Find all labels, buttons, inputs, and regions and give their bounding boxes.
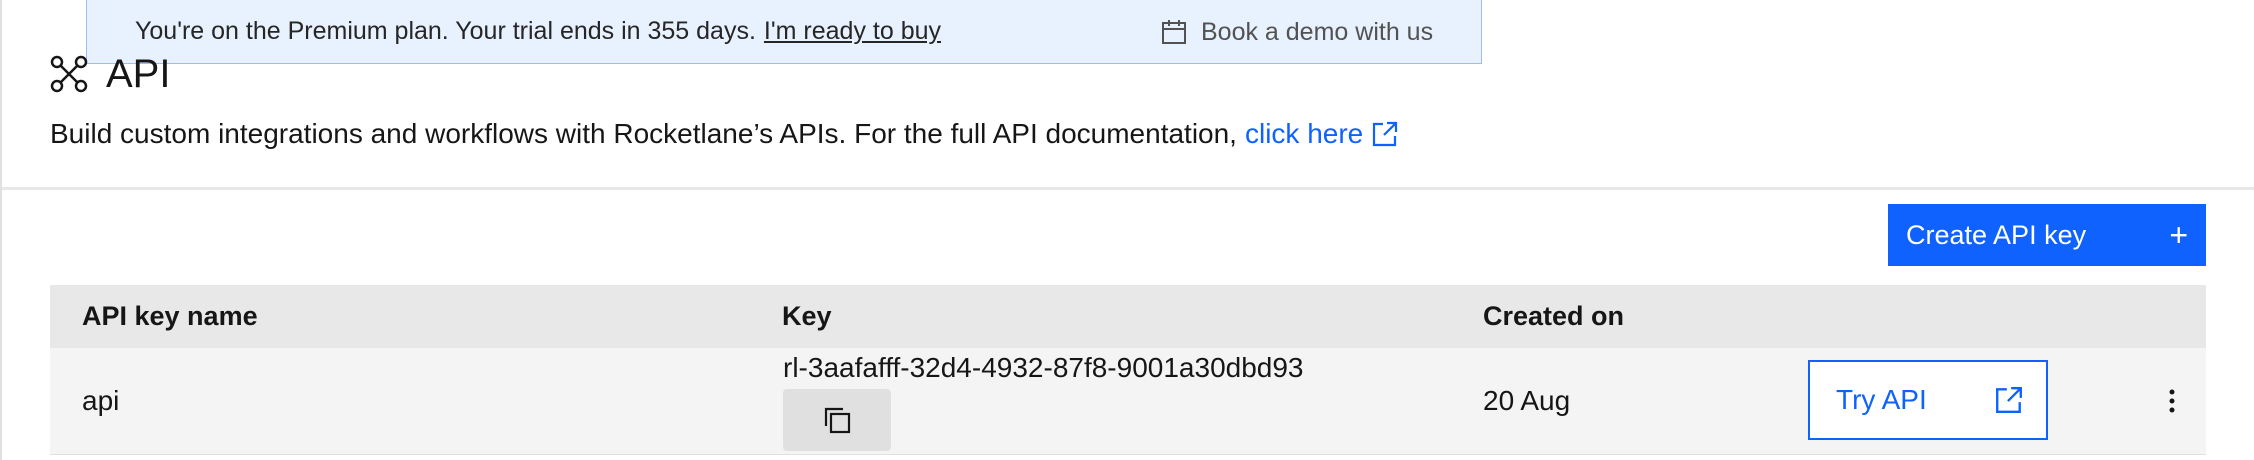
table-row: api rl-3aafafff-32d4-4932-87f8-9001a30db… [50, 348, 2206, 455]
api-docs-link[interactable]: click here [1245, 118, 1399, 150]
external-link-icon [1373, 121, 1398, 147]
page-description: Build custom integrations and workflows … [50, 118, 1399, 150]
api-docs-link-label: click here [1244, 118, 1364, 149]
copy-icon [824, 407, 851, 434]
api-icon [50, 55, 88, 93]
left-border [0, 0, 2, 460]
create-api-key-label: Create API key [1906, 219, 2087, 250]
calendar-icon [1162, 20, 1186, 44]
overflow-menu-icon[interactable] [2160, 381, 2184, 421]
try-api-button[interactable]: Try API [1808, 360, 2048, 440]
section-divider [2, 187, 2254, 190]
book-demo-label: Book a demo with us [1201, 17, 1434, 46]
book-demo-link[interactable]: Book a demo with us [1161, 0, 1433, 64]
external-link-icon [1996, 387, 2022, 413]
copy-key-button[interactable] [783, 389, 891, 451]
ready-to-buy-link[interactable]: I'm ready to buy [764, 17, 941, 46]
trial-banner: You're on the Premium plan. Your trial e… [86, 0, 1482, 64]
api-key-value: rl-3aafafff-32d4-4932-87f8-9001a30dbd93 [783, 352, 1304, 383]
created-on-date: 20 Aug [1483, 385, 1571, 416]
try-api-label: Try API [1836, 384, 1927, 415]
api-key-name: api [82, 385, 120, 416]
column-header-created: Created on [1483, 301, 1625, 331]
column-header-key: Key [782, 301, 832, 331]
page-title: API [106, 51, 171, 96]
page-header: API [50, 46, 170, 102]
column-header-name: API key name [82, 301, 258, 331]
description-text: Build custom integrations and workflows … [50, 118, 1237, 149]
plus-icon: + [2169, 217, 2188, 253]
trial-message: You're on the Premium plan. Your trial e… [135, 17, 756, 45]
table-header: API key name Key Created on [50, 285, 2206, 348]
create-api-key-button[interactable]: Create API key + [1888, 204, 2206, 266]
